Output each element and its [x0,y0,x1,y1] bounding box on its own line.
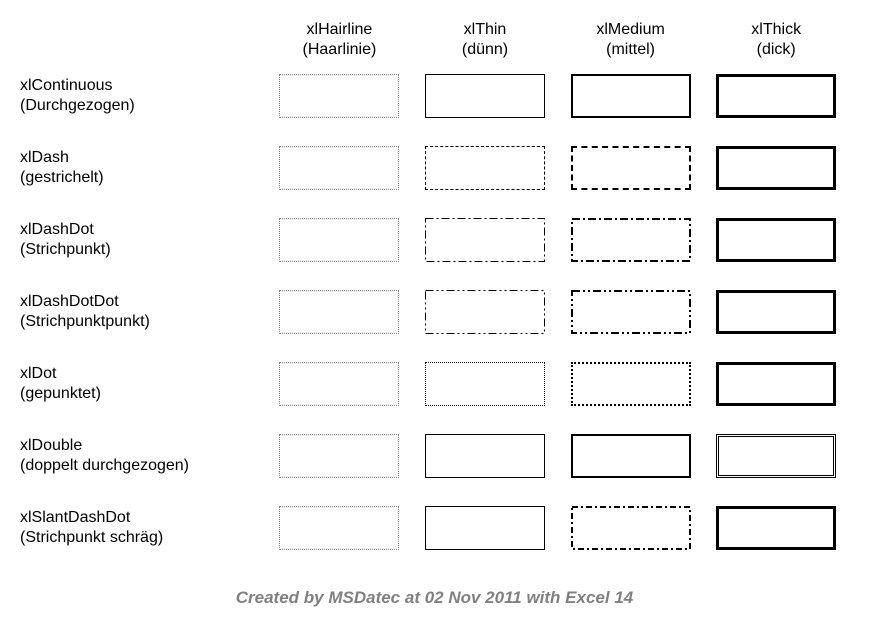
sample-xldot-xlthin [412,348,558,420]
sample-xldot-xlhairline [267,348,413,420]
border-sample [571,362,691,406]
border-sample [716,290,836,334]
row-label-xldouble: xlDouble(doppelt durchgezogen) [20,420,267,492]
sample-xldashdot-xlhairline [267,204,413,276]
sample-xldot-xlthick [703,348,849,420]
sample-xldot-xlmedium [558,348,704,420]
border-sample [716,74,836,118]
border-sample [425,290,545,334]
sample-xldash-xlmedium [558,132,704,204]
border-sample [716,362,836,406]
col-header-xlthin: xlThin (dünn) [412,20,558,60]
table-row: xlContinuous(Durchgezogen) [20,60,849,132]
sample-xldashdotdot-xlthick [703,276,849,348]
border-sample [425,362,545,406]
border-sample [571,434,691,478]
border-sample [279,290,399,334]
sample-xldouble-xlthick [703,420,849,492]
table-row: xlDouble(doppelt durchgezogen) [20,420,849,492]
sample-xlslantdashdot-xlthick [703,492,849,564]
sample-xlcontinuous-xlthin [412,60,558,132]
border-sample [571,506,691,550]
border-sample [716,434,836,478]
border-sample [571,290,691,334]
col-header-xlmedium: xlMedium (mittel) [558,20,704,60]
sample-xldash-xlthick [703,132,849,204]
border-sample [425,146,545,190]
sample-xlslantdashdot-xlthin [412,492,558,564]
border-sample [279,74,399,118]
row-label-xlcontinuous: xlContinuous(Durchgezogen) [20,60,267,132]
table-row: xlDash(gestrichelt) [20,132,849,204]
border-sample [279,362,399,406]
table-row: xlSlantDashDot(Strichpunkt schräg) [20,492,849,564]
sample-xlslantdashdot-xlhairline [267,492,413,564]
table-row: xlDashDot(Strichpunkt) [20,204,849,276]
col-header-xlhairline: xlHairline (Haarlinie) [267,20,413,60]
sample-xldashdotdot-xlhairline [267,276,413,348]
border-sample [425,74,545,118]
border-sample [716,218,836,262]
table-row: xlDashDotDot(Strichpunktpunkt) [20,276,849,348]
row-label-xldash: xlDash(gestrichelt) [20,132,267,204]
row-label-xldot: xlDot(gepunktet) [20,348,267,420]
sample-xlslantdashdot-xlmedium [558,492,704,564]
sample-xldashdot-xlthick [703,204,849,276]
border-sample [279,434,399,478]
sample-xldouble-xlmedium [558,420,704,492]
border-style-table: xlHairline (Haarlinie) xlThin (dünn) xlM… [20,20,849,564]
sample-xldashdotdot-xlmedium [558,276,704,348]
sample-xldash-xlhairline [267,132,413,204]
sample-xldouble-xlhairline [267,420,413,492]
sample-xlcontinuous-xlthick [703,60,849,132]
border-sample [425,218,545,262]
sample-xldashdot-xlthin [412,204,558,276]
border-sample [571,146,691,190]
border-sample [279,146,399,190]
border-sample [425,506,545,550]
sample-xldashdotdot-xlthin [412,276,558,348]
sample-xldashdot-xlmedium [558,204,704,276]
border-sample [571,74,691,118]
border-sample [716,146,836,190]
row-label-xlslantdashdot: xlSlantDashDot(Strichpunkt schräg) [20,492,267,564]
border-sample [279,218,399,262]
border-sample [571,218,691,262]
border-sample [279,506,399,550]
row-label-xldashdotdot: xlDashDotDot(Strichpunktpunkt) [20,276,267,348]
border-sample [425,434,545,478]
sample-xldouble-xlthin [412,420,558,492]
footer-text: Created by MSDatec at 02 Nov 2011 with E… [20,564,849,608]
table-row: xlDot(gepunktet) [20,348,849,420]
row-label-xldashdot: xlDashDot(Strichpunkt) [20,204,267,276]
border-sample [716,506,836,550]
sample-xlcontinuous-xlmedium [558,60,704,132]
sample-xlcontinuous-xlhairline [267,60,413,132]
sample-xldash-xlthin [412,132,558,204]
col-header-xlthick: xlThick (dick) [703,20,849,60]
